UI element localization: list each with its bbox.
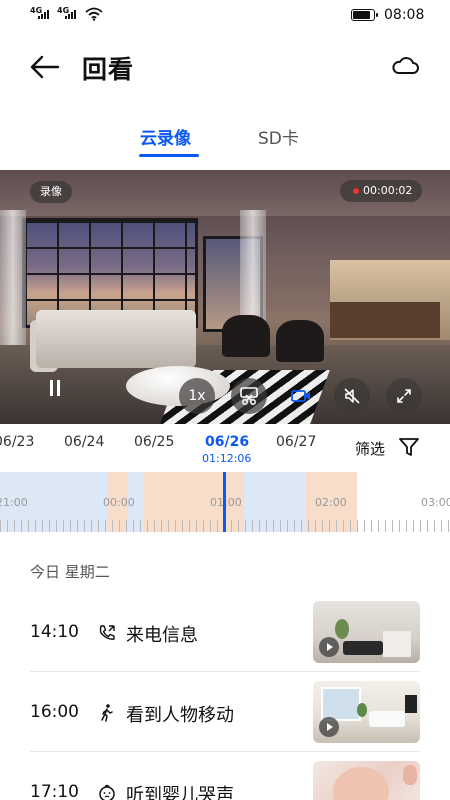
recording-badge: 录像 [30, 181, 72, 203]
timeline-label: 00:00 [103, 496, 135, 509]
date-item[interactable]: 06/25 [134, 434, 174, 450]
speed-label: 1x [188, 388, 206, 404]
recording-dot-icon [353, 188, 359, 194]
elapsed-time: 00:00:02 [363, 184, 413, 197]
back-arrow-icon[interactable] [28, 52, 62, 82]
page-title: 回看 [82, 55, 135, 84]
fullscreen-button[interactable] [386, 378, 422, 414]
event-item[interactable]: 17:10 听到婴儿哭声 [30, 761, 420, 800]
wifi-icon [85, 7, 103, 21]
date-item[interactable]: 06/23 [0, 434, 34, 450]
clip-button[interactable] [231, 378, 267, 414]
sofa [36, 310, 196, 368]
phone-call-icon [99, 625, 115, 640]
lounge-chair-2 [276, 320, 324, 362]
status-bar: 4G 4G 08:08 [0, 0, 450, 32]
event-item[interactable]: 16:00 看到人物移动 [30, 681, 420, 752]
date-item[interactable]: 06/27 [276, 434, 316, 450]
event-thumbnail[interactable] [313, 681, 420, 743]
active-tab-indicator [139, 154, 199, 157]
signal-icon-2 [65, 10, 76, 19]
filter-icon[interactable] [398, 436, 420, 458]
baby-face-icon [99, 784, 115, 800]
tab-sd-card[interactable]: SD卡 [258, 124, 299, 149]
source-tabs: 云录像 SD卡 [0, 118, 450, 162]
timeline-label: 02:00 [315, 496, 347, 509]
signal-icon-1 [38, 10, 49, 19]
app-header: 回看 [0, 40, 450, 96]
event-text: 看到人物移动 [126, 705, 234, 726]
lounge-chair-1 [222, 315, 270, 357]
speaker-muted-icon [344, 388, 360, 404]
expand-icon [397, 389, 411, 403]
event-text: 来电信息 [126, 625, 198, 646]
pause-icon [50, 380, 53, 396]
status-time: 08:08 [384, 7, 425, 23]
battery-icon [351, 9, 378, 21]
date-selector: 06/23 06/24 06/25 06/26 01:12:06 06/27 筛… [0, 424, 450, 472]
date-item[interactable]: 06/24 [64, 434, 104, 450]
tab-cloud-recording[interactable]: 云录像 [140, 124, 191, 149]
event-time: 17:10 [30, 782, 79, 800]
play-icon [319, 717, 339, 737]
divider [30, 751, 420, 752]
video-camera-icon [291, 390, 310, 402]
event-thumbnail[interactable] [313, 601, 420, 663]
day-header: 今日 星期二 [30, 563, 110, 581]
playback-timeline[interactable]: 21:00 00:00 01:00 02:00 03:00 [0, 472, 450, 532]
selected-time: 01:12:06 [202, 452, 252, 465]
cloud-icon[interactable] [390, 54, 420, 78]
timeline-label: 21:00 [0, 496, 28, 509]
filter-button[interactable]: 筛选 [355, 438, 385, 459]
elapsed-time-badge: 00:00:02 [340, 180, 422, 202]
pause-button[interactable] [40, 372, 70, 404]
person-walking-icon [101, 704, 113, 722]
speed-button[interactable]: 1x [179, 378, 215, 414]
kitchen-counter [330, 302, 440, 338]
record-button[interactable] [283, 378, 319, 414]
mute-button[interactable] [334, 378, 370, 414]
scissors-icon [240, 387, 258, 405]
event-item[interactable]: 14:10 来电信息 [30, 601, 420, 672]
timeline-label: 03:00 [421, 496, 450, 509]
date-item-selected[interactable]: 06/26 [205, 434, 249, 450]
event-time: 14:10 [30, 622, 79, 642]
event-thumbnail[interactable] [313, 761, 420, 800]
play-icon [319, 637, 339, 657]
divider [30, 671, 420, 672]
event-text: 听到婴儿哭声 [126, 785, 234, 800]
event-time: 16:00 [30, 702, 79, 722]
timeline-cursor[interactable] [223, 472, 226, 532]
